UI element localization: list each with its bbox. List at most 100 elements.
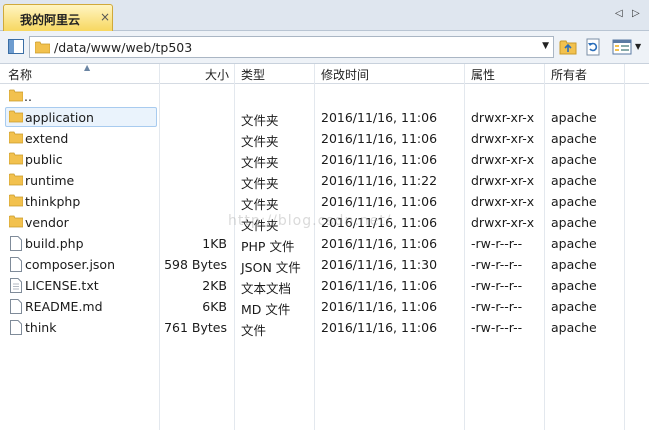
file-type: 文件夹 (241, 176, 279, 191)
list-item[interactable]: think 761 Bytes 文件 2016/11/16, 11:06 -rw… (0, 317, 649, 338)
file-attr: -rw-r--r-- (471, 278, 523, 293)
list-item[interactable]: composer.json 598 Bytes JSON 文件 2016/11/… (0, 254, 649, 275)
file-attr: drwxr-xr-x (471, 152, 535, 167)
file-icon (10, 257, 22, 272)
col-name[interactable]: 名称 ▲ (8, 63, 90, 84)
col-owner[interactable]: 所有者 (551, 66, 587, 84)
file-attr: -rw-r--r-- (471, 299, 523, 314)
col-type[interactable]: 类型 (241, 66, 265, 84)
file-owner: apache (551, 299, 597, 314)
file-type: 文件 (241, 323, 267, 338)
list-item[interactable]: build.php 1KB PHP 文件 2016/11/16, 11:06 -… (0, 233, 649, 254)
file-name: extend (25, 131, 69, 146)
column-header: 名称 ▲ 大小 类型 修改时间 属性 所有者 (0, 63, 649, 84)
file-mtime: 2016/11/16, 11:22 (321, 173, 438, 188)
file-name: build.php (25, 236, 84, 251)
file-icon (10, 236, 22, 251)
file-type: PHP 文件 (241, 239, 295, 254)
file-size: 2KB (202, 278, 227, 293)
sort-asc-icon: ▲ (84, 63, 91, 72)
file-name: LICENSE.txt (25, 278, 99, 293)
file-size: 598 Bytes (164, 257, 227, 272)
tab-strip: 我的阿里云 × ◁ ▷ (0, 0, 649, 31)
watermark: http://blog.csdn.net/ (228, 213, 392, 229)
file-mtime: 2016/11/16, 11:06 (321, 299, 438, 314)
file-icon (10, 320, 22, 335)
list-item[interactable]: public 文件夹 2016/11/16, 11:06 drwxr-xr-x … (0, 149, 649, 170)
file-size: 1KB (202, 236, 227, 251)
file-type: 文件夹 (241, 113, 279, 128)
tab-label: 我的阿里云 (20, 13, 81, 27)
path-toolbar: /data/www/web/tp503 ▼ ▼ (0, 31, 649, 64)
file-type: 文件夹 (241, 155, 279, 170)
list-item[interactable]: runtime 文件夹 2016/11/16, 11:22 drwxr-xr-x… (0, 170, 649, 191)
file-mtime: 2016/11/16, 11:06 (321, 278, 438, 293)
file-mtime: 2016/11/16, 11:30 (321, 257, 438, 272)
tab-prev-icon[interactable]: ◁ (615, 8, 623, 19)
folder-up-icon[interactable] (559, 38, 577, 56)
tab-next-icon[interactable]: ▷ (632, 8, 640, 19)
col-size[interactable]: 大小 (205, 66, 229, 84)
file-mtime: 2016/11/16, 11:06 (321, 131, 438, 146)
file-owner: apache (551, 152, 597, 167)
list-item[interactable]: LICENSE.txt 2KB 文本文档 2016/11/16, 11:06 -… (0, 275, 649, 296)
list-item-parent[interactable]: .. (0, 86, 649, 107)
folder-icon (9, 131, 23, 144)
file-owner: apache (551, 320, 597, 335)
file-attr: drwxr-xr-x (471, 194, 535, 209)
file-name: .. (24, 89, 32, 104)
folder-icon (9, 173, 23, 186)
file-type: 文本文档 (241, 281, 292, 296)
path-input[interactable]: /data/www/web/tp503 ▼ (29, 36, 554, 58)
file-type: 文件夹 (241, 197, 279, 212)
file-attr: -rw-r--r-- (471, 257, 523, 272)
folder-icon (9, 89, 23, 102)
folder-icon (9, 110, 23, 123)
file-name: runtime (25, 173, 75, 188)
file-icon (10, 278, 22, 293)
list-item[interactable]: application 文件夹 2016/11/16, 11:06 drwxr-… (0, 107, 649, 128)
file-attr: -rw-r--r-- (471, 320, 523, 335)
file-icon (10, 299, 22, 314)
file-attr: drwxr-xr-x (471, 215, 535, 230)
col-attr[interactable]: 属性 (471, 66, 495, 84)
view-mode-dropdown-icon[interactable]: ▼ (635, 42, 641, 51)
file-type: 文件夹 (241, 134, 279, 149)
file-name: composer.json (25, 257, 116, 272)
view-mode-icon[interactable] (612, 38, 632, 56)
file-mtime: 2016/11/16, 11:06 (321, 152, 438, 167)
file-owner: apache (551, 173, 597, 188)
tab-close-icon[interactable]: × (100, 10, 110, 24)
file-mtime: 2016/11/16, 11:06 (321, 320, 438, 335)
file-attr: -rw-r--r-- (471, 236, 523, 251)
file-owner: apache (551, 257, 597, 272)
file-attr: drwxr-xr-x (471, 131, 535, 146)
file-mtime: 2016/11/16, 11:06 (321, 236, 438, 251)
file-mtime: 2016/11/16, 11:06 (321, 194, 438, 209)
list-item[interactable]: README.md 6KB MD 文件 2016/11/16, 11:06 -r… (0, 296, 649, 317)
folder-icon (9, 194, 23, 207)
file-attr: drwxr-xr-x (471, 173, 535, 188)
tab-my-aliyun[interactable]: 我的阿里云 × (3, 4, 113, 31)
path-dropdown-icon[interactable]: ▼ (542, 41, 549, 51)
file-name: public (25, 152, 63, 167)
list-item[interactable]: thinkphp 文件夹 2016/11/16, 11:06 drwxr-xr-… (0, 191, 649, 212)
file-owner: apache (551, 110, 597, 125)
list-item[interactable]: extend 文件夹 2016/11/16, 11:06 drwxr-xr-x … (0, 128, 649, 149)
file-name: vendor (25, 215, 69, 230)
file-owner: apache (551, 215, 597, 230)
path-value: /data/www/web/tp503 (54, 40, 193, 55)
folder-icon (9, 215, 23, 228)
file-name: README.md (25, 299, 103, 314)
panel-toggle-icon[interactable] (8, 39, 24, 54)
file-owner: apache (551, 194, 597, 209)
file-owner: apache (551, 131, 597, 146)
file-owner: apache (551, 278, 597, 293)
file-size: 761 Bytes (164, 320, 227, 335)
refresh-icon[interactable] (584, 38, 602, 56)
file-type: JSON 文件 (241, 260, 301, 275)
col-mtime[interactable]: 修改时间 (321, 66, 369, 84)
file-attr: drwxr-xr-x (471, 110, 535, 125)
folder-icon (9, 152, 23, 165)
file-name: thinkphp (25, 194, 81, 209)
